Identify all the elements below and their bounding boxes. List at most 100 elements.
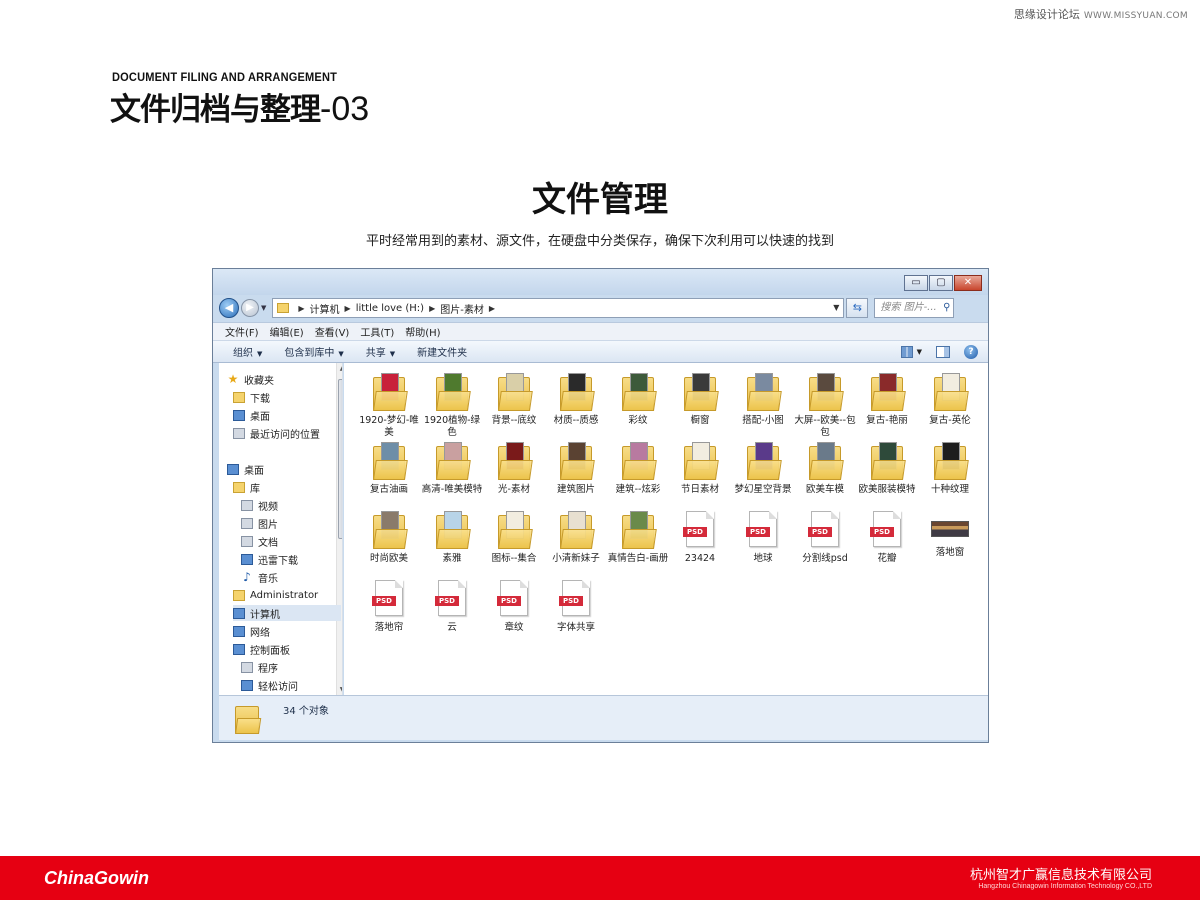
file-label: 光-素材 bbox=[498, 484, 530, 495]
file-item[interactable]: PSD 花瓣 bbox=[856, 511, 918, 565]
folder-item[interactable]: 复古-英伦 bbox=[919, 373, 981, 427]
nav-item[interactable]: ★ 收藏夹 bbox=[227, 371, 274, 387]
heading-cn-text: 文件归档与整理 bbox=[110, 92, 321, 128]
nav-item[interactable]: 文档 bbox=[241, 533, 278, 549]
folder-item[interactable]: 复古油画 bbox=[358, 442, 420, 496]
menu-file[interactable]: 文件(F) bbox=[225, 324, 259, 339]
breadcrumb-arrow-icon[interactable]: ▶ bbox=[345, 304, 351, 313]
folder-item[interactable]: 高清-唯美模特 bbox=[421, 442, 483, 496]
scroll-thumb[interactable] bbox=[338, 379, 342, 539]
nav-item[interactable]: 桌面 bbox=[227, 461, 264, 477]
folder-icon bbox=[934, 373, 969, 411]
file-label: 搭配-小图 bbox=[742, 415, 784, 426]
file-item[interactable]: PSD 分割线psd bbox=[794, 511, 856, 565]
file-item[interactable]: 落地窗 bbox=[919, 511, 981, 559]
folder-item[interactable]: 欧美服装模特 bbox=[856, 442, 918, 496]
breadcrumb-arrow-icon[interactable]: ▶ bbox=[489, 304, 495, 313]
folder-item[interactable]: 建筑--炫彩 bbox=[607, 442, 669, 496]
folder-item[interactable]: 十种纹理 bbox=[919, 442, 981, 496]
nav-item[interactable]: ♪ 音乐 bbox=[241, 569, 278, 585]
breadcrumb-computer[interactable]: 计算机 bbox=[310, 301, 340, 316]
forward-button[interactable]: ▶ bbox=[241, 299, 259, 317]
refresh-button[interactable]: ⇆ bbox=[846, 298, 869, 318]
folder-item[interactable]: 光-素材 bbox=[483, 442, 545, 496]
share-button[interactable]: 共享 ▼ bbox=[366, 344, 395, 359]
folder-item[interactable]: 1920植物-绿色 bbox=[421, 373, 483, 439]
folder-item[interactable]: 欧美车模 bbox=[794, 442, 856, 496]
nav-item[interactable]: 下载 bbox=[233, 389, 270, 405]
file-item[interactable]: PSD 地球 bbox=[732, 511, 794, 565]
file-item[interactable]: PSD 字体共享 bbox=[545, 580, 607, 634]
folder-item[interactable]: 复古-艳丽 bbox=[856, 373, 918, 427]
search-input[interactable]: 搜索 图片-... ⚲ bbox=[874, 298, 955, 318]
nav-item-label: 网络 bbox=[250, 627, 270, 639]
minimize-button[interactable]: ▭ bbox=[904, 275, 928, 291]
breadcrumb-arrow-icon[interactable]: ▶ bbox=[298, 304, 304, 313]
folder-item[interactable]: 大屏--欧美--包包 bbox=[794, 373, 856, 439]
nav-scrollbar[interactable]: ▲ ▼ bbox=[336, 363, 342, 695]
folder-item[interactable]: 小清新妹子 bbox=[545, 511, 607, 565]
nav-item[interactable]: 图片 bbox=[241, 515, 278, 531]
menu-view[interactable]: 查看(V) bbox=[315, 324, 350, 339]
preview-pane-icon[interactable] bbox=[936, 346, 950, 358]
nav-item[interactable]: 程序 bbox=[241, 659, 278, 675]
folder-item[interactable]: 搭配-小图 bbox=[732, 373, 794, 427]
folder-item[interactable]: 真情告白-画册 bbox=[607, 511, 669, 565]
folder-item[interactable]: 1920-梦幻-唯美 bbox=[358, 373, 420, 439]
chevron-down-icon[interactable]: ▼ bbox=[833, 303, 839, 312]
folder-item[interactable]: 橱窗 bbox=[669, 373, 731, 427]
nav-item[interactable]: 控制面板 bbox=[233, 641, 290, 657]
file-label: 23424 bbox=[684, 553, 716, 564]
nav-item[interactable]: 视频 bbox=[241, 497, 278, 513]
help-icon[interactable]: ? bbox=[964, 345, 978, 359]
nav-item[interactable]: 库 bbox=[233, 479, 260, 495]
nav-item[interactable]: 迅雷下载 bbox=[241, 551, 298, 567]
back-button[interactable]: ◀ bbox=[219, 298, 239, 318]
views-icon[interactable] bbox=[900, 346, 913, 358]
folder-item[interactable]: 彩纹 bbox=[607, 373, 669, 427]
title-bar[interactable]: ▭ ▢ ✕ bbox=[213, 269, 988, 295]
address-bar[interactable]: ▶ 计算机 ▶ little love (H:) ▶ 图片-素材 ▶ ▼ bbox=[272, 298, 845, 318]
maximize-button[interactable]: ▢ bbox=[929, 275, 953, 291]
star-icon: ★ bbox=[227, 371, 239, 386]
menu-tools[interactable]: 工具(T) bbox=[360, 324, 394, 339]
file-item[interactable]: PSD 云 bbox=[421, 580, 483, 634]
menu-help[interactable]: 帮助(H) bbox=[405, 324, 440, 339]
organize-button[interactable]: 组织 ▼ bbox=[233, 344, 262, 359]
new-folder-button[interactable]: 新建文件夹 bbox=[417, 344, 467, 359]
nav-item[interactable]: 网络 bbox=[233, 623, 270, 639]
include-in-library-button[interactable]: 包含到库中 ▼ bbox=[284, 344, 343, 359]
folder-item[interactable]: 材质--质感 bbox=[545, 373, 607, 427]
folder-item[interactable]: 建筑图片 bbox=[545, 442, 607, 496]
folder-item[interactable]: 节日素材 bbox=[669, 442, 731, 496]
breadcrumb-folder[interactable]: 图片-素材 bbox=[440, 301, 484, 316]
nav-item-label: 桌面 bbox=[244, 465, 264, 477]
breadcrumb-drive[interactable]: little love (H:) bbox=[356, 303, 424, 314]
chevron-down-icon[interactable]: ▼ bbox=[917, 348, 922, 356]
search-icon[interactable]: ⚲ bbox=[943, 299, 950, 317]
include-in-library-label: 包含到库中 bbox=[284, 348, 335, 359]
file-label: 落地帘 bbox=[374, 622, 404, 633]
nav-item[interactable]: 轻松访问 bbox=[241, 677, 298, 693]
computer-icon bbox=[233, 607, 245, 619]
nav-item[interactable]: 最近访问的位置 bbox=[233, 425, 320, 441]
nav-item[interactable]: 桌面 bbox=[233, 407, 270, 423]
nav-item[interactable]: Administrator bbox=[233, 587, 318, 603]
folder-item[interactable]: 素雅 bbox=[421, 511, 483, 565]
library-icon bbox=[233, 481, 245, 493]
folder-item[interactable]: 时尚欧美 bbox=[358, 511, 420, 565]
menu-edit[interactable]: 编辑(E) bbox=[270, 324, 304, 339]
file-item[interactable]: PSD 落地帘 bbox=[358, 580, 420, 634]
folder-item[interactable]: 背景--底纹 bbox=[483, 373, 545, 427]
nav-item[interactable]: 计算机 bbox=[233, 605, 341, 621]
close-button[interactable]: ✕ bbox=[954, 275, 982, 291]
breadcrumb-arrow-icon[interactable]: ▶ bbox=[429, 304, 435, 313]
watermark: 思缘设计论坛 WWW.MISSYUAN.COM bbox=[1014, 6, 1188, 22]
scroll-down-icon[interactable]: ▼ bbox=[337, 686, 342, 693]
folder-item[interactable]: 图标--集合 bbox=[483, 511, 545, 565]
file-item[interactable]: PSD 章纹 bbox=[483, 580, 545, 634]
folder-item[interactable]: 梦幻星空背景 bbox=[732, 442, 794, 496]
scroll-up-icon[interactable]: ▲ bbox=[337, 365, 342, 372]
recent-pages-dropdown[interactable]: ▼ bbox=[261, 304, 266, 312]
file-item[interactable]: PSD 23424 bbox=[669, 511, 731, 565]
